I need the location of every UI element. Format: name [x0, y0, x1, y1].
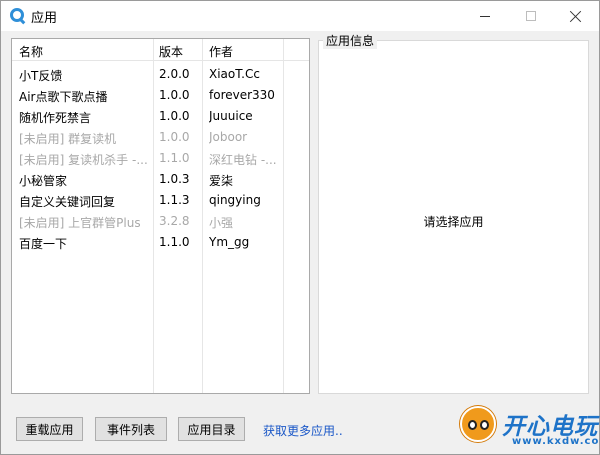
- mascot-eye: [480, 420, 489, 430]
- app-version: 1.1.3: [159, 193, 190, 207]
- app-name: 小秘管家: [19, 174, 68, 188]
- header-version[interactable]: 版本: [159, 43, 183, 60]
- app-name: [未启用] 上官群管Plus: [19, 216, 141, 230]
- get-more-apps-link[interactable]: 获取更多应用..: [263, 422, 343, 439]
- app-author: XiaoT.Cc: [209, 67, 260, 81]
- app-version: 1.1.0: [159, 151, 190, 165]
- header-author[interactable]: 作者: [209, 43, 233, 60]
- app-author: forever330: [209, 88, 275, 102]
- event-list-button[interactable]: 事件列表: [95, 417, 167, 441]
- app-version: 3.2.8: [159, 214, 190, 228]
- list-row[interactable]: 百度一下 1.1.0 Ym_gg: [12, 232, 309, 253]
- app-version: 2.0.0: [159, 67, 190, 81]
- app-logo-icon: [10, 8, 24, 22]
- app-name: Air点歌下歌点播: [19, 90, 108, 104]
- list-row[interactable]: Air点歌下歌点播 1.0.0 forever330: [12, 85, 309, 106]
- app-author: Joboor: [209, 130, 248, 144]
- reload-apps-button[interactable]: 重载应用: [16, 417, 83, 441]
- app-directory-button[interactable]: 应用目录: [178, 417, 245, 441]
- app-name: [未启用] 复读机杀手 -...: [19, 153, 148, 167]
- app-author: Juuuice: [209, 109, 253, 123]
- select-app-hint: 请选择应用: [423, 215, 484, 229]
- minimize-icon: [480, 15, 490, 17]
- watermark-logo: 开心电玩 www.kxdw.com: [456, 403, 600, 455]
- maximize-button[interactable]: [508, 1, 554, 31]
- app-author: qingying: [209, 193, 261, 207]
- close-icon: [570, 10, 582, 22]
- list-row[interactable]: 自定义关键词回复 1.1.3 qingying: [12, 190, 309, 211]
- list-row[interactable]: [未启用] 上官群管Plus 3.2.8 小强: [12, 211, 309, 232]
- app-info-legend: 应用信息: [323, 32, 378, 49]
- app-version: 1.0.0: [159, 88, 190, 102]
- app-version: 1.0.3: [159, 172, 190, 186]
- app-name: 自定义关键词回复: [19, 195, 116, 209]
- list-header: 名称 版本 作者: [12, 39, 309, 61]
- list-row[interactable]: 小秘管家 1.0.3 爱柒: [12, 169, 309, 190]
- app-name: [未启用] 群复读机: [19, 132, 117, 146]
- mascot-eye: [468, 420, 477, 430]
- app-version: 1.1.0: [159, 235, 190, 249]
- maximize-icon: [526, 11, 536, 21]
- app-list[interactable]: 名称 版本 作者 小T反馈 2.0.0 XiaoT.Cc Air点歌下歌点播 1…: [11, 38, 310, 394]
- list-row[interactable]: [未启用] 群复读机 1.0.0 Joboor: [12, 127, 309, 148]
- app-version: 1.0.0: [159, 109, 190, 123]
- app-author: 小强: [209, 216, 234, 230]
- app-author: 爱柒: [209, 174, 234, 188]
- list-row[interactable]: 小T反馈 2.0.0 XiaoT.Cc: [12, 64, 309, 85]
- window-title: 应用: [31, 11, 58, 26]
- app-author: 深红电钻 -...: [209, 153, 277, 167]
- app-name: 百度一下: [19, 237, 68, 251]
- header-name[interactable]: 名称: [19, 43, 43, 60]
- app-author: Ym_gg: [209, 235, 250, 249]
- minimize-button[interactable]: [462, 1, 508, 31]
- close-button[interactable]: [553, 1, 599, 31]
- list-row[interactable]: 随机作死禁言 1.0.0 Juuuice: [12, 106, 309, 127]
- mascot-icon: [460, 406, 496, 442]
- list-row[interactable]: [未启用] 复读机杀手 -... 1.1.0 深红电钻 -...: [12, 148, 309, 169]
- app-name: 随机作死禁言: [19, 111, 92, 125]
- app-info-panel: 请选择应用: [318, 40, 589, 394]
- watermark-url: www.kxdw.com: [512, 436, 600, 447]
- app-name: 小T反馈: [19, 69, 63, 83]
- title-bar[interactable]: 应用: [1, 1, 599, 31]
- app-version: 1.0.0: [159, 130, 190, 144]
- app-window: 应用 名称 版本 作者 小T反馈 2.0.0 XiaoT.Cc Air点歌下歌点…: [0, 0, 600, 455]
